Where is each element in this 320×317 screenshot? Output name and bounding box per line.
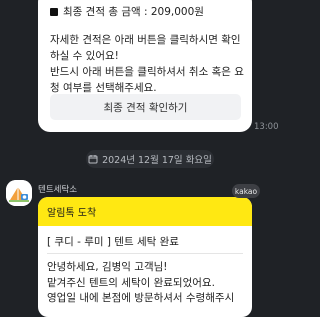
square-bullet-icon [50,7,58,16]
calendar-icon [88,155,98,164]
message-timestamp: 13:00 [254,122,279,132]
date-separator-label: 2024년 12월 17일 화요일 [102,155,212,166]
alimtalk-message-card: 알림톡 도착 [ 쿠디 - 루미 ] 텐트 세탁 완료 안녕하세요, 김병익 고… [38,197,252,317]
sender-name: 텐트세탁소 [38,185,78,195]
kakao-badge: kakao [232,184,260,198]
total-price-row: 최종 견적 총 금액 : 209,000원 [50,4,204,19]
sender-avatar[interactable] [6,180,32,206]
divider [47,253,243,254]
total-price-text: 최종 견적 총 금액 : 209,000원 [63,6,204,18]
message-card-quote: 최종 견적 총 금액 : 209,000원 자세한 견적은 아래 버튼을 클릭하… [38,0,252,132]
quote-message-text: 자세한 견적은 아래 버튼을 클릭하시면 확인하실 수 있어요! 반드시 아래 … [50,34,244,94]
alimtalk-header: 알림톡 도착 [38,197,252,226]
view-final-quote-button[interactable]: 최종 견적 확인하기 [50,94,241,120]
date-separator: 2024년 12월 17일 화요일 [86,150,214,168]
tent-laundry-logo-icon [6,180,32,206]
alimtalk-title: [ 쿠디 - 루미 ] 텐트 세탁 완료 [47,236,179,248]
